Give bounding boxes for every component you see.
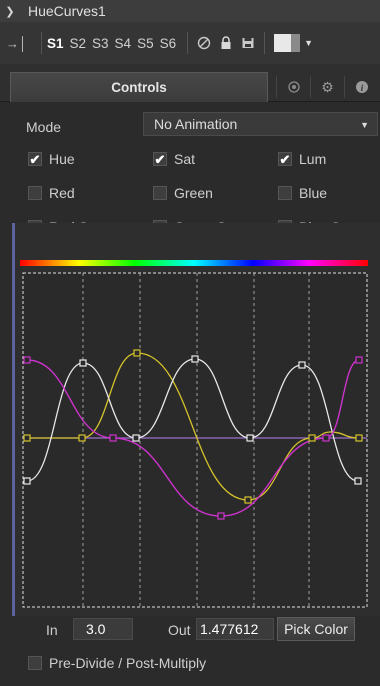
slot-s1-button[interactable]: S1 [47,36,64,51]
slot-s3-button[interactable]: S3 [92,36,109,51]
hue-checkbox[interactable]: ✔ Hue [28,151,75,167]
checkbox-box: ✔ [278,151,292,167]
checkbox-box: ✔ [153,151,167,167]
sat-control-point[interactable] [246,434,254,442]
toolbar: →│ S1 S2 S3 S4 S5 S6 ▼ [0,22,380,64]
hue-control-point[interactable] [109,434,117,442]
checkbox-box [278,186,292,200]
lum-control-point[interactable] [78,434,86,442]
chevron-down-icon[interactable]: ❯ [0,5,20,18]
in-label: In [46,622,58,638]
hue-control-point[interactable] [23,356,31,364]
toolbar-divider [41,32,42,54]
slot-s2-button[interactable]: S2 [70,36,87,51]
sat-control-point[interactable] [132,434,140,442]
in-value-field[interactable]: 3.0 [73,618,133,640]
lum-control-point[interactable] [308,434,316,442]
green-checkbox-label: Green [174,185,213,201]
toolbar-divider [264,32,266,54]
sat-control-point[interactable] [23,477,31,485]
pin-icon[interactable]: →│ [6,36,36,51]
slot-s4-button[interactable]: S4 [115,36,132,51]
modifiers-icon[interactable] [276,76,310,98]
sat-control-point[interactable] [79,359,87,367]
tab-bar: Controls ⚙ i [0,64,380,102]
hue-control-point[interactable] [355,356,363,364]
toolbar-divider [187,32,189,54]
lum-control-point[interactable] [355,434,363,442]
blue-checkbox-label: Blue [299,185,328,201]
predivide-label: Pre-Divide / Post-Multiply [49,655,207,671]
info-icon[interactable]: i [344,76,378,98]
hue-control-point[interactable] [217,512,225,520]
lock-icon[interactable] [215,32,237,54]
slot-s5-button[interactable]: S5 [137,36,154,51]
lum-control-point[interactable] [23,434,31,442]
tab-controls[interactable]: Controls [10,72,268,102]
mode-value: No Animation [154,116,238,132]
out-value-field[interactable]: 1.477612 [196,618,274,640]
mode-dropdown[interactable]: No Animation ▼ [143,112,378,136]
sat-checkbox-label: Sat [174,151,196,167]
lum-control-point[interactable] [244,496,252,504]
tool-title: HueCurves1 [28,3,106,19]
curves-editor[interactable] [12,223,380,616]
hue-control-point[interactable] [322,434,330,442]
lum-checkbox[interactable]: ✔ Lum [278,151,326,167]
slot-s6-button[interactable]: S6 [160,36,177,51]
checkbox-box [28,656,42,670]
checkbox-box [153,186,167,200]
color-swatch-icon[interactable] [274,34,301,52]
tab-icon-group: ⚙ i [276,76,378,98]
chevron-down-icon[interactable]: ▼ [304,38,313,48]
sat-control-point[interactable] [354,477,362,485]
pick-color-button[interactable]: Pick Color [277,617,355,641]
save-icon[interactable] [237,32,259,54]
predivide-checkbox[interactable]: Pre-Divide / Post-Multiply [28,655,206,671]
mode-label: Mode [26,119,62,135]
sat-control-point[interactable] [191,355,199,363]
sat-control-point[interactable] [298,361,306,369]
checkbox-box [28,186,42,200]
curves-graph[interactable] [12,223,380,616]
disable-icon[interactable] [193,32,215,54]
sat-checkbox[interactable]: ✔ Sat [153,151,195,167]
red-checkbox[interactable]: Red [28,185,75,201]
green-checkbox[interactable]: Green [153,185,213,201]
lum-checkbox-label: Lum [299,151,327,167]
lum-control-point[interactable] [133,349,141,357]
red-checkbox-label: Red [49,185,75,201]
hue-checkbox-label: Hue [49,151,75,167]
checkbox-box: ✔ [28,151,42,167]
out-label: Out [168,622,191,638]
chevron-down-icon: ▼ [360,120,369,130]
hue-spectrum-bar [20,260,368,266]
tool-header: ❯ HueCurves1 [0,0,380,22]
blue-checkbox[interactable]: Blue [278,185,327,201]
settings-icon[interactable]: ⚙ [310,76,344,98]
